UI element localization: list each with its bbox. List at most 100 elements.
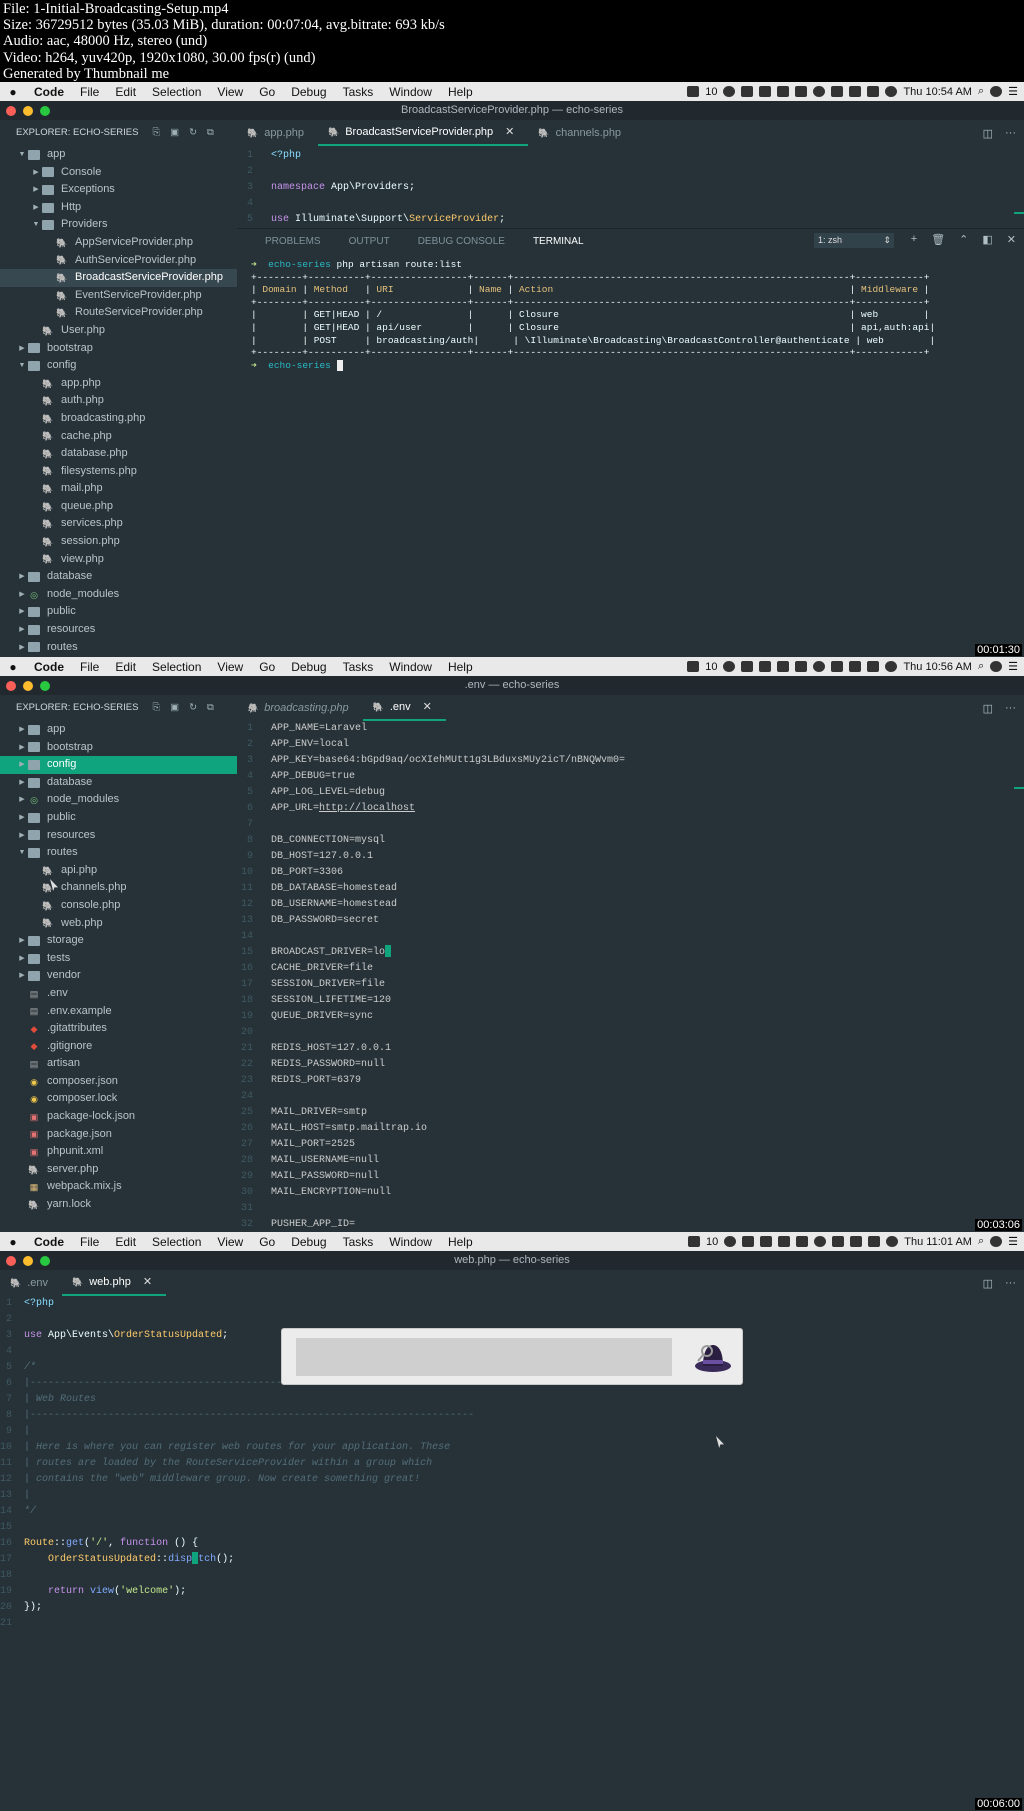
alfred-hat-icon[interactable] <box>694 1339 732 1375</box>
tree-item[interactable]: 🐘 server.php <box>0 1161 237 1179</box>
refresh-icon[interactable]: ↻ <box>189 120 197 146</box>
tree-item[interactable]: ▣ package.json <box>0 1126 237 1144</box>
minimize-window-icon[interactable] <box>23 1256 33 1266</box>
menu-tasks[interactable]: Tasks <box>335 1235 382 1249</box>
menu-app-code[interactable]: Code <box>26 660 72 674</box>
menu-help[interactable]: Help <box>440 85 481 99</box>
tree-item[interactable]: 🐘 cache.php <box>0 428 237 446</box>
tab-debug-console[interactable]: DEBUG CONSOLE <box>418 236 505 247</box>
tree-item[interactable]: ▶ Console <box>0 164 237 182</box>
tray-icon[interactable] <box>723 86 736 97</box>
apple-icon[interactable]: ● <box>0 85 26 99</box>
tree-item[interactable]: 🐘 auth.php <box>0 392 237 410</box>
menu-go[interactable]: Go <box>251 1235 283 1249</box>
dropbox-icon[interactable] <box>687 661 700 672</box>
tree-item[interactable]: 🐘 BroadcastServiceProvider.php <box>0 269 237 287</box>
tree-item[interactable]: ▶ bootstrap <box>0 340 237 358</box>
editor-tab[interactable]: 🐘 BroadcastServiceProvider.php ✕ <box>317 120 529 146</box>
close-tab-icon[interactable]: ✕ <box>423 694 432 720</box>
menu-help[interactable]: Help <box>440 1235 481 1249</box>
close-window-icon[interactable] <box>6 681 16 691</box>
wifi-icon[interactable] <box>886 1236 899 1247</box>
menu-window[interactable]: Window <box>381 660 440 674</box>
chevron-up-icon[interactable]: ⌃ <box>959 233 968 246</box>
editor-tab[interactable]: 🐘 .env ✕ <box>362 694 446 721</box>
tray-icon[interactable] <box>831 86 844 97</box>
dropbox-icon[interactable] <box>687 86 700 97</box>
editor-tab[interactable]: 🐘 channels.php <box>528 120 635 146</box>
tray-icon[interactable] <box>813 661 826 672</box>
tray-icon[interactable] <box>849 86 862 97</box>
tree-item[interactable]: ◆ .gitignore <box>0 1038 237 1056</box>
apple-icon[interactable]: ● <box>0 1235 26 1249</box>
menu-window[interactable]: Window <box>381 1235 440 1249</box>
tree-item[interactable]: ▶ storage <box>0 932 237 950</box>
menu-go[interactable]: Go <box>251 85 283 99</box>
tree-item[interactable]: 🐘 AppServiceProvider.php <box>0 234 237 252</box>
new-file-icon[interactable]: ⎘ <box>152 695 160 721</box>
tray-icon[interactable] <box>723 661 736 672</box>
new-file-icon[interactable]: ⎘ <box>152 120 160 146</box>
tree-item[interactable]: ▶ database <box>0 774 237 792</box>
tab-output[interactable]: OUTPUT <box>349 236 390 247</box>
collapse-all-icon[interactable]: ⧉ <box>207 120 214 146</box>
tree-item[interactable]: ▼ routes <box>0 844 237 862</box>
tree-item[interactable]: 🐘 queue.php <box>0 498 237 516</box>
tray-icon[interactable] <box>795 661 808 672</box>
tree-item[interactable]: 🐘 console.php <box>0 897 237 915</box>
tree-item[interactable]: ▦ webpack.mix.js <box>0 1178 237 1196</box>
tree-item[interactable]: 🐘 api.php <box>0 862 237 880</box>
editor-tab[interactable]: 🐘 web.php ✕ <box>62 1270 167 1296</box>
menu-debug[interactable]: Debug <box>283 85 334 99</box>
menu-file[interactable]: File <box>72 85 107 99</box>
tree-item[interactable]: ▶ ◎ node_modules <box>0 791 237 809</box>
wifi-icon[interactable] <box>885 86 898 97</box>
tree-item[interactable]: ◆ .gitattributes <box>0 1020 237 1038</box>
tree-item[interactable]: ▶ Http <box>0 199 237 217</box>
menu-window[interactable]: Window <box>381 85 440 99</box>
tray-icon[interactable] <box>831 661 844 672</box>
new-terminal-icon[interactable]: + <box>911 233 917 246</box>
menu-help[interactable]: Help <box>440 660 481 674</box>
tree-item[interactable]: ▣ package-lock.json <box>0 1108 237 1126</box>
tray-icon[interactable] <box>777 661 790 672</box>
siri-icon[interactable] <box>990 661 1003 672</box>
tree-item[interactable]: ▶ routes <box>0 639 237 657</box>
tree-item[interactable]: 🐘 view.php <box>0 551 237 569</box>
tray-icon[interactable] <box>849 661 862 672</box>
menubar-clock[interactable]: Thu 11:01 AM <box>904 1236 972 1248</box>
tree-item[interactable]: 🐘 app.php <box>0 375 237 393</box>
tree-item[interactable]: 🐘 User.php <box>0 322 237 340</box>
tree-item[interactable]: ▶ app <box>0 721 237 739</box>
trash-icon[interactable]: 🗑 <box>931 233 945 246</box>
menu-view[interactable]: View <box>209 660 251 674</box>
airplay-icon[interactable] <box>868 1236 881 1247</box>
tree-item[interactable]: ▶ config <box>0 756 237 774</box>
zoom-window-icon[interactable] <box>40 681 50 691</box>
tray-icon[interactable] <box>814 1236 827 1247</box>
tree-item[interactable]: 🐘 yarn.lock <box>0 1196 237 1214</box>
tree-item[interactable]: ▶ bootstrap <box>0 739 237 757</box>
tree-item[interactable]: ▤ .env <box>0 985 237 1003</box>
tree-item[interactable]: 🐘 RouteServiceProvider.php <box>0 304 237 322</box>
menu-app-code[interactable]: Code <box>26 85 72 99</box>
airplay-icon[interactable] <box>867 661 880 672</box>
tab-problems[interactable]: PROBLEMS <box>265 236 321 247</box>
tree-item[interactable]: 🐘 broadcasting.php <box>0 410 237 428</box>
tree-item[interactable]: 🐘 mail.php <box>0 480 237 498</box>
alfred-search-input[interactable] <box>296 1338 672 1376</box>
toggle-panel-icon[interactable]: ◧ <box>982 233 992 246</box>
tray-icon[interactable] <box>796 1236 809 1247</box>
menu-tasks[interactable]: Tasks <box>335 85 382 99</box>
editor-tab[interactable]: 🐘 .env <box>0 1270 62 1296</box>
menu-go[interactable]: Go <box>251 660 283 674</box>
more-actions-icon[interactable]: ··· <box>1005 702 1016 714</box>
tree-item[interactable]: ▶ resources <box>0 621 237 639</box>
tree-item[interactable]: 🐘 web.php <box>0 915 237 933</box>
code-editor[interactable]: 1 APP_NAME=Laravel 2 APP_ENV=local 3 APP_KEY=… <box>237 721 1024 1232</box>
tree-item[interactable]: ▼ app <box>0 146 237 164</box>
menu-selection[interactable]: Selection <box>144 1235 209 1249</box>
tree-item[interactable]: ▶ ◎ node_modules <box>0 586 237 604</box>
new-folder-icon[interactable]: ▣ <box>170 695 179 721</box>
tree-item[interactable]: 🐘 filesystems.php <box>0 463 237 481</box>
